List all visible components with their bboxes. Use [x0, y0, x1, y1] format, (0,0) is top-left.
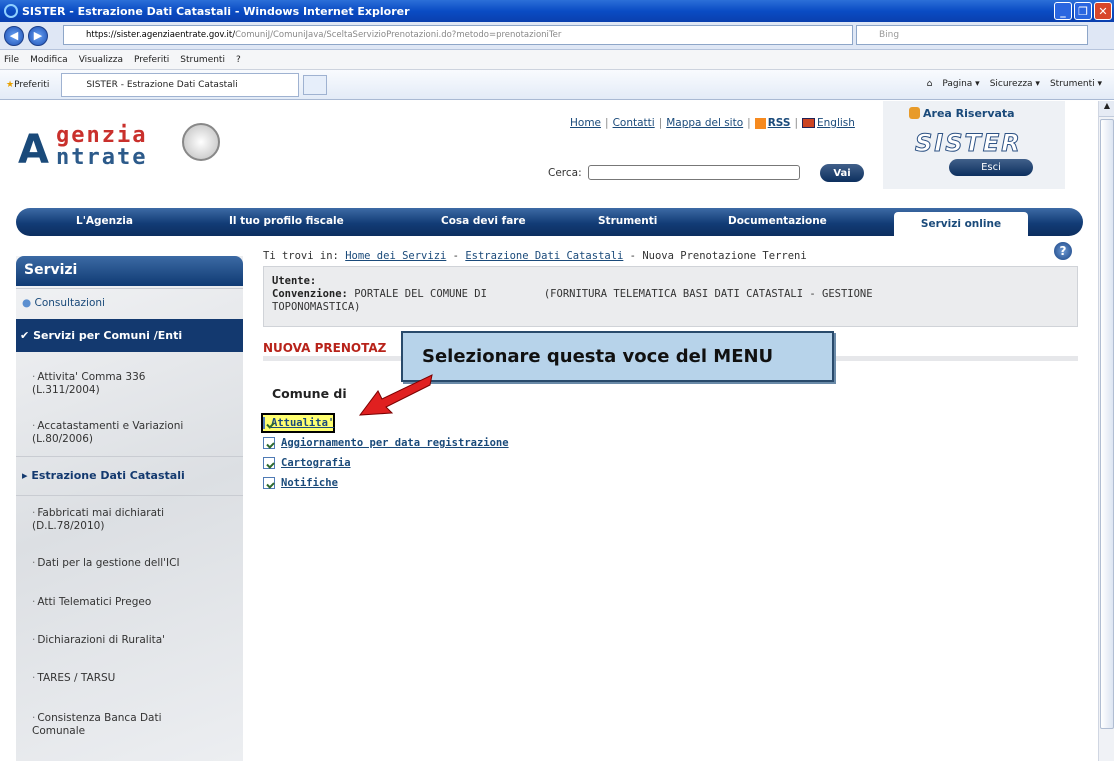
sidebar-item-pregeo[interactable]: · Atti Telematici Pregeo [16, 596, 243, 609]
menu-help[interactable]: ? [236, 55, 241, 65]
nav-cosa-fare[interactable]: Cosa devi fare [441, 215, 526, 227]
url-field[interactable]: https://sister.agenziaentrate.gov.it/Com… [63, 25, 853, 45]
window-titlebar: SISTER - Estrazione Dati Catastali - Win… [0, 0, 1114, 22]
document-icon [263, 437, 275, 449]
breadcrumb-current: Nuova Prenotazione Terreni [642, 250, 807, 262]
vertical-scrollbar[interactable]: ▲ [1098, 101, 1114, 761]
user-info-box: Utente: Convenzione: PORTALE DEL COMUNE … [263, 266, 1078, 327]
scroll-up-icon[interactable]: ▲ [1099, 101, 1114, 117]
rss-icon [754, 117, 766, 129]
sidebar-item-consultazioni[interactable]: ● Consultazioni [16, 288, 243, 318]
menu-bar: File Modifica Visualizza Preferiti Strum… [0, 50, 1114, 70]
lock-icon [909, 107, 920, 119]
user-label: Utente: [272, 275, 317, 287]
maximize-button[interactable]: ❐ [1074, 2, 1092, 20]
window-title: SISTER - Estrazione Dati Catastali - Win… [22, 4, 410, 18]
nav-servizi-online[interactable]: Servizi online [894, 212, 1028, 236]
menu-preferiti[interactable]: Preferiti [134, 55, 169, 65]
search-label: Cerca: [548, 166, 582, 179]
link-notifiche[interactable]: Notifiche [263, 473, 509, 493]
menu-file[interactable]: File [4, 55, 19, 65]
help-icon[interactable]: ? [1054, 242, 1072, 260]
search-button[interactable]: Vai [820, 164, 864, 182]
breadcrumb-home-link[interactable]: Home dei Servizi [345, 250, 446, 262]
menu-links: Attualita' Aggiornamento per data regist… [261, 413, 509, 493]
sidebar-item-servizi-comuni[interactable]: ✔ Servizi per Comuni /Enti [16, 319, 243, 352]
web-page: A genzia ntrate Home | Contatti | Mappa de… [0, 101, 1098, 761]
tools-menu[interactable]: Strumenti ▾ [1050, 79, 1102, 89]
new-tab-button[interactable] [303, 74, 328, 95]
annotation-callout: Selezionare questa voce del MENU [401, 331, 834, 382]
close-button[interactable]: ✕ [1094, 2, 1112, 20]
favorites-button[interactable]: Preferiti [14, 80, 49, 90]
browser-tab[interactable]: SISTER - Estrazione Dati Catastali [61, 72, 300, 97]
ie-icon [4, 4, 18, 18]
english-link[interactable]: English [817, 117, 855, 129]
forward-button[interactable]: ▶ [28, 25, 48, 46]
sidebar: Servizi ● Consultazioni ✔ Servizi per Co… [16, 256, 243, 761]
sidebar-item-fabbricati[interactable]: · Fabbricati mai dichiarati (D.L.78/2010) [16, 507, 243, 533]
reserved-area: Area Riservata SISTER Esci [883, 101, 1065, 189]
exit-button[interactable]: Esci [949, 159, 1033, 176]
back-button[interactable]: ◀ [4, 25, 24, 46]
comune-label: Comune di [272, 386, 347, 401]
main-nav: L'Agenzia Il tuo profilo fiscale Cosa de… [16, 208, 1083, 236]
scroll-thumb[interactable] [1100, 119, 1114, 729]
breadcrumb: Ti trovi in: Home dei Servizi - Estrazio… [263, 250, 807, 262]
republic-emblem-icon [182, 123, 220, 161]
menu-strumenti[interactable]: Strumenti [180, 55, 225, 65]
sidebar-item-ici[interactable]: · Dati per la gestione dell'ICI [16, 557, 243, 570]
search-field[interactable]: Bing [856, 25, 1088, 45]
nav-profilo[interactable]: Il tuo profilo fiscale [229, 215, 344, 227]
sidebar-item-accatastamenti[interactable]: · Accatastamenti e Variazioni (L.80/2006) [16, 420, 243, 446]
page-menu[interactable]: Pagina ▾ [942, 79, 979, 89]
reserved-title: Area Riservata [923, 107, 1015, 120]
check-icon: ✔ [20, 329, 30, 342]
sister-logo: SISTER [915, 129, 1022, 158]
sidebar-item-tares[interactable]: · TARES / TARSU [16, 672, 243, 685]
search-area: Cerca: [548, 165, 800, 180]
link-cartografia[interactable]: Cartografia [263, 453, 509, 473]
security-menu[interactable]: Sicurezza ▾ [990, 79, 1040, 89]
nav-agenzia[interactable]: L'Agenzia [76, 215, 133, 227]
sidebar-title: Servizi [16, 256, 243, 286]
bullet-icon: ● [22, 297, 32, 309]
uk-flag-icon [801, 118, 815, 128]
address-bar: ◀ ▶ https://sister.agenziaentrate.gov.it… [0, 22, 1114, 50]
convention-label: Convenzione: [272, 288, 348, 300]
nav-documentazione[interactable]: Documentazione [728, 215, 827, 227]
menu-modifica[interactable]: Modifica [30, 55, 68, 65]
menu-visualizza[interactable]: Visualizza [79, 55, 123, 65]
home-icon[interactable]: ⌂ [927, 79, 933, 89]
top-links: Home | Contatti | Mappa del sito | RSS | Eng… [570, 117, 855, 129]
sidebar-item-comma-336[interactable]: · Attivita' Comma 336 (L.311/2004) [16, 371, 243, 397]
document-icon [263, 457, 275, 469]
link-aggiornamento[interactable]: Aggiornamento per data registrazione [263, 433, 509, 453]
search-input[interactable] [587, 165, 800, 180]
document-icon [263, 477, 275, 489]
mappa-link[interactable]: Mappa del sito [666, 117, 743, 129]
sidebar-item-estrazione[interactable]: ▸ Estrazione Dati Catastali [16, 456, 243, 496]
sidebar-item-consistenza[interactable]: · Consistenza Banca Dati Comunale [16, 712, 243, 738]
home-link[interactable]: Home [570, 117, 601, 129]
link-attualita[interactable]: Attualita' [261, 413, 335, 433]
sidebar-item-ruralita[interactable]: · Dichiarazioni di Ruralita' [16, 634, 243, 647]
nav-strumenti[interactable]: Strumenti [598, 215, 657, 227]
contatti-link[interactable]: Contatti [613, 117, 655, 129]
rss-link[interactable]: RSS [768, 117, 791, 129]
agenzia-entrate-logo[interactable]: A genzia ntrate [18, 111, 238, 181]
breadcrumb-estrazione-link[interactable]: Estrazione Dati Catastali [465, 250, 623, 262]
document-icon [263, 417, 265, 429]
minimize-button[interactable]: _ [1054, 2, 1072, 20]
command-bar: ⌂ Pagina ▾ Sicurezza ▾ Strumenti ▾ [927, 79, 1102, 89]
star-icon: ★ [6, 79, 15, 90]
